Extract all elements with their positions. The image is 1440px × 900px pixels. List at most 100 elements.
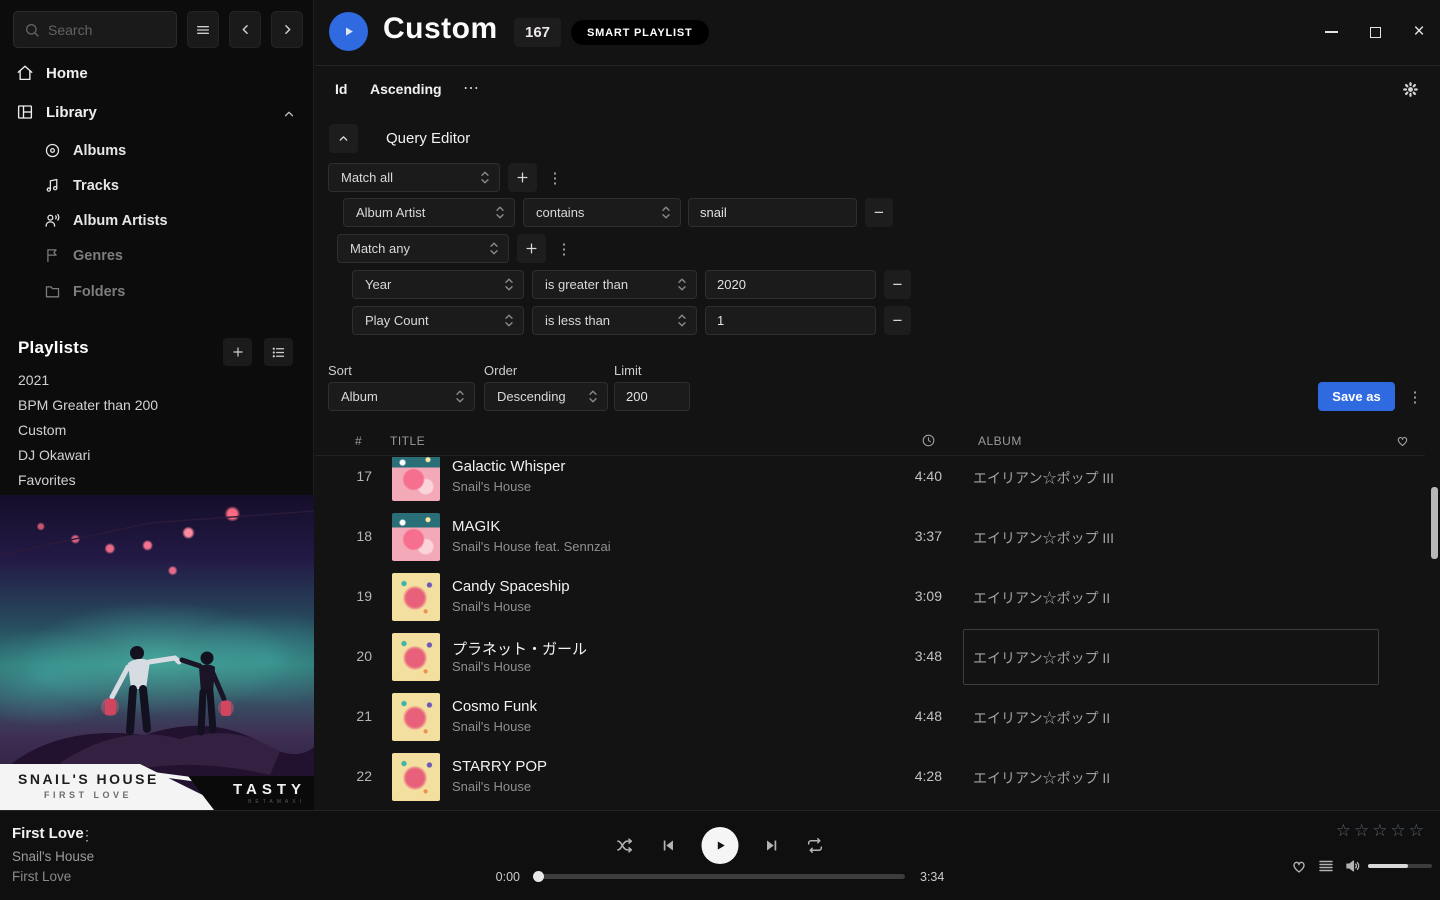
scrollbar-thumb[interactable] xyxy=(1431,487,1438,559)
sidebar-item-folders[interactable]: Folders xyxy=(44,283,125,300)
seek-slider[interactable] xyxy=(535,874,905,879)
rule3-operator-select[interactable]: is less than xyxy=(532,306,697,335)
menu-button[interactable] xyxy=(187,11,219,48)
collapse-chevron-icon[interactable] xyxy=(282,107,296,121)
repeat-button[interactable] xyxy=(806,836,825,855)
rule1-value-input[interactable] xyxy=(688,198,857,227)
playlist-item[interactable]: BPM Greater than 200 xyxy=(18,397,158,413)
save-more-button[interactable]: ⋮ xyxy=(1407,382,1423,411)
track-row[interactable]: 17 Galactic Whisper Snail's House 4:40 エ… xyxy=(315,457,1433,507)
rule2-remove-button[interactable]: − xyxy=(884,270,911,299)
sidebar-item-home[interactable]: Home xyxy=(16,64,88,82)
next-button[interactable] xyxy=(764,837,781,854)
rule2-operator-select[interactable]: is greater than xyxy=(532,270,697,299)
track-album[interactable]: エイリアン☆ポップ II xyxy=(973,708,1110,728)
rule1-field-select[interactable]: Album Artist xyxy=(343,198,515,227)
playlist-item[interactable]: 2021 xyxy=(18,372,49,388)
track-title[interactable]: MAGIK xyxy=(452,518,500,535)
track-album-art[interactable] xyxy=(392,753,440,801)
seek-knob[interactable] xyxy=(533,871,544,882)
playlist-item[interactable]: Favorites xyxy=(18,472,76,488)
more-options-button[interactable]: ⋯ xyxy=(463,78,480,98)
sort-field-button[interactable]: Id xyxy=(335,81,347,97)
add-playlist-button[interactable] xyxy=(223,338,252,366)
add-rule-button-group2[interactable] xyxy=(517,234,546,263)
sidebar-item-tracks[interactable]: Tracks xyxy=(44,177,119,194)
track-artist[interactable]: Snail's House feat. Sennzai xyxy=(452,539,611,554)
playlist-list-button[interactable] xyxy=(264,338,293,366)
shuffle-button[interactable] xyxy=(616,836,635,855)
sidebar-item-library[interactable]: Library xyxy=(16,103,97,121)
minimize-button[interactable] xyxy=(1323,23,1339,41)
queue-button[interactable] xyxy=(1317,857,1335,875)
rating-stars[interactable]: ☆☆☆☆☆ xyxy=(1336,821,1427,841)
nav-back-button[interactable] xyxy=(229,11,261,48)
track-title[interactable]: STARRY POP xyxy=(452,758,547,775)
nav-forward-button[interactable] xyxy=(271,11,303,48)
maximize-button[interactable] xyxy=(1367,23,1383,41)
play-playlist-button[interactable] xyxy=(329,12,368,51)
track-album-art[interactable] xyxy=(392,513,440,561)
save-as-button[interactable]: Save as xyxy=(1318,382,1395,411)
track-album-art[interactable] xyxy=(392,457,440,501)
now-playing-album[interactable]: First Love xyxy=(12,869,71,884)
track-title[interactable]: Galactic Whisper xyxy=(452,458,565,475)
playlist-item[interactable]: Custom xyxy=(18,422,66,438)
rule3-value-input[interactable] xyxy=(705,306,876,335)
track-artist[interactable]: Snail's House xyxy=(452,659,531,674)
track-title[interactable]: プラネット・ガール xyxy=(452,638,587,659)
sidebar-item-album-artists[interactable]: Album Artists xyxy=(44,212,168,229)
favorite-button[interactable] xyxy=(1290,857,1308,875)
track-artist[interactable]: Snail's House xyxy=(452,719,531,734)
rule1-remove-button[interactable]: − xyxy=(865,198,893,227)
rule3-remove-button[interactable]: − xyxy=(884,306,911,335)
column-title[interactable]: TITLE xyxy=(390,434,425,448)
track-row[interactable]: 21 Cosmo Funk Snail's House 4:48 エイリアン☆ポ… xyxy=(315,687,1433,747)
now-playing-title[interactable]: First Love xyxy=(12,825,84,842)
play-pause-button[interactable] xyxy=(702,827,739,864)
favorite-column-heart-icon[interactable] xyxy=(1395,433,1410,448)
rule2-field-select[interactable]: Year xyxy=(352,270,524,299)
duration-column-clock-icon[interactable] xyxy=(921,433,936,448)
track-album[interactable]: エイリアン☆ポップ III xyxy=(973,528,1114,548)
query-editor-collapse-button[interactable] xyxy=(329,124,358,153)
playlist-item[interactable]: DJ Okawari xyxy=(18,447,90,463)
search-box[interactable] xyxy=(13,11,177,48)
track-title[interactable]: Candy Spaceship xyxy=(452,578,570,595)
sidebar-item-genres[interactable]: Genres xyxy=(44,247,123,264)
search-input[interactable] xyxy=(48,22,158,38)
order-select[interactable]: Descending xyxy=(484,382,608,411)
match-type-select-group2[interactable]: Match any xyxy=(337,234,509,263)
rule3-field-select[interactable]: Play Count xyxy=(352,306,524,335)
track-artist[interactable]: Snail's House xyxy=(452,599,531,614)
track-artist[interactable]: Snail's House xyxy=(452,779,531,794)
volume-slider[interactable] xyxy=(1368,864,1432,868)
track-album[interactable]: エイリアン☆ポップ II xyxy=(973,588,1110,608)
volume-button[interactable] xyxy=(1344,857,1362,875)
group1-more-button[interactable]: ⋮ xyxy=(547,163,563,192)
track-row[interactable]: 19 Candy Spaceship Snail's House 3:09 エイ… xyxy=(315,567,1433,627)
rule1-operator-select[interactable]: contains xyxy=(523,198,681,227)
track-album[interactable]: エイリアン☆ポップ III xyxy=(973,468,1114,488)
track-album-art[interactable] xyxy=(392,573,440,621)
sort-select[interactable]: Album xyxy=(328,382,475,411)
sidebar-item-albums[interactable]: Albums xyxy=(44,142,126,159)
sort-direction-button[interactable]: Ascending xyxy=(370,81,442,97)
now-playing-album-art[interactable]: SNAIL'S HOUSE FIRST LOVE TASTY BETAMAXI xyxy=(0,495,314,810)
track-album-art[interactable] xyxy=(392,693,440,741)
limit-input[interactable] xyxy=(614,382,690,411)
now-playing-artist[interactable]: Snail's House xyxy=(12,849,94,864)
column-album[interactable]: ALBUM xyxy=(978,434,1022,448)
track-title[interactable]: Cosmo Funk xyxy=(452,698,537,715)
column-index[interactable]: # xyxy=(355,434,362,448)
group2-more-button[interactable]: ⋮ xyxy=(556,234,572,263)
track-album[interactable]: エイリアン☆ポップ II xyxy=(973,648,1110,668)
settings-button[interactable] xyxy=(1402,81,1419,98)
track-album[interactable]: エイリアン☆ポップ II xyxy=(973,768,1110,788)
close-button[interactable]: × xyxy=(1411,23,1427,41)
track-album-art[interactable] xyxy=(392,633,440,681)
match-type-select-group1[interactable]: Match all xyxy=(328,163,500,192)
add-rule-button-group1[interactable] xyxy=(508,163,537,192)
previous-button[interactable] xyxy=(660,837,677,854)
track-row[interactable]: 18 MAGIK Snail's House feat. Sennzai 3:3… xyxy=(315,507,1433,567)
